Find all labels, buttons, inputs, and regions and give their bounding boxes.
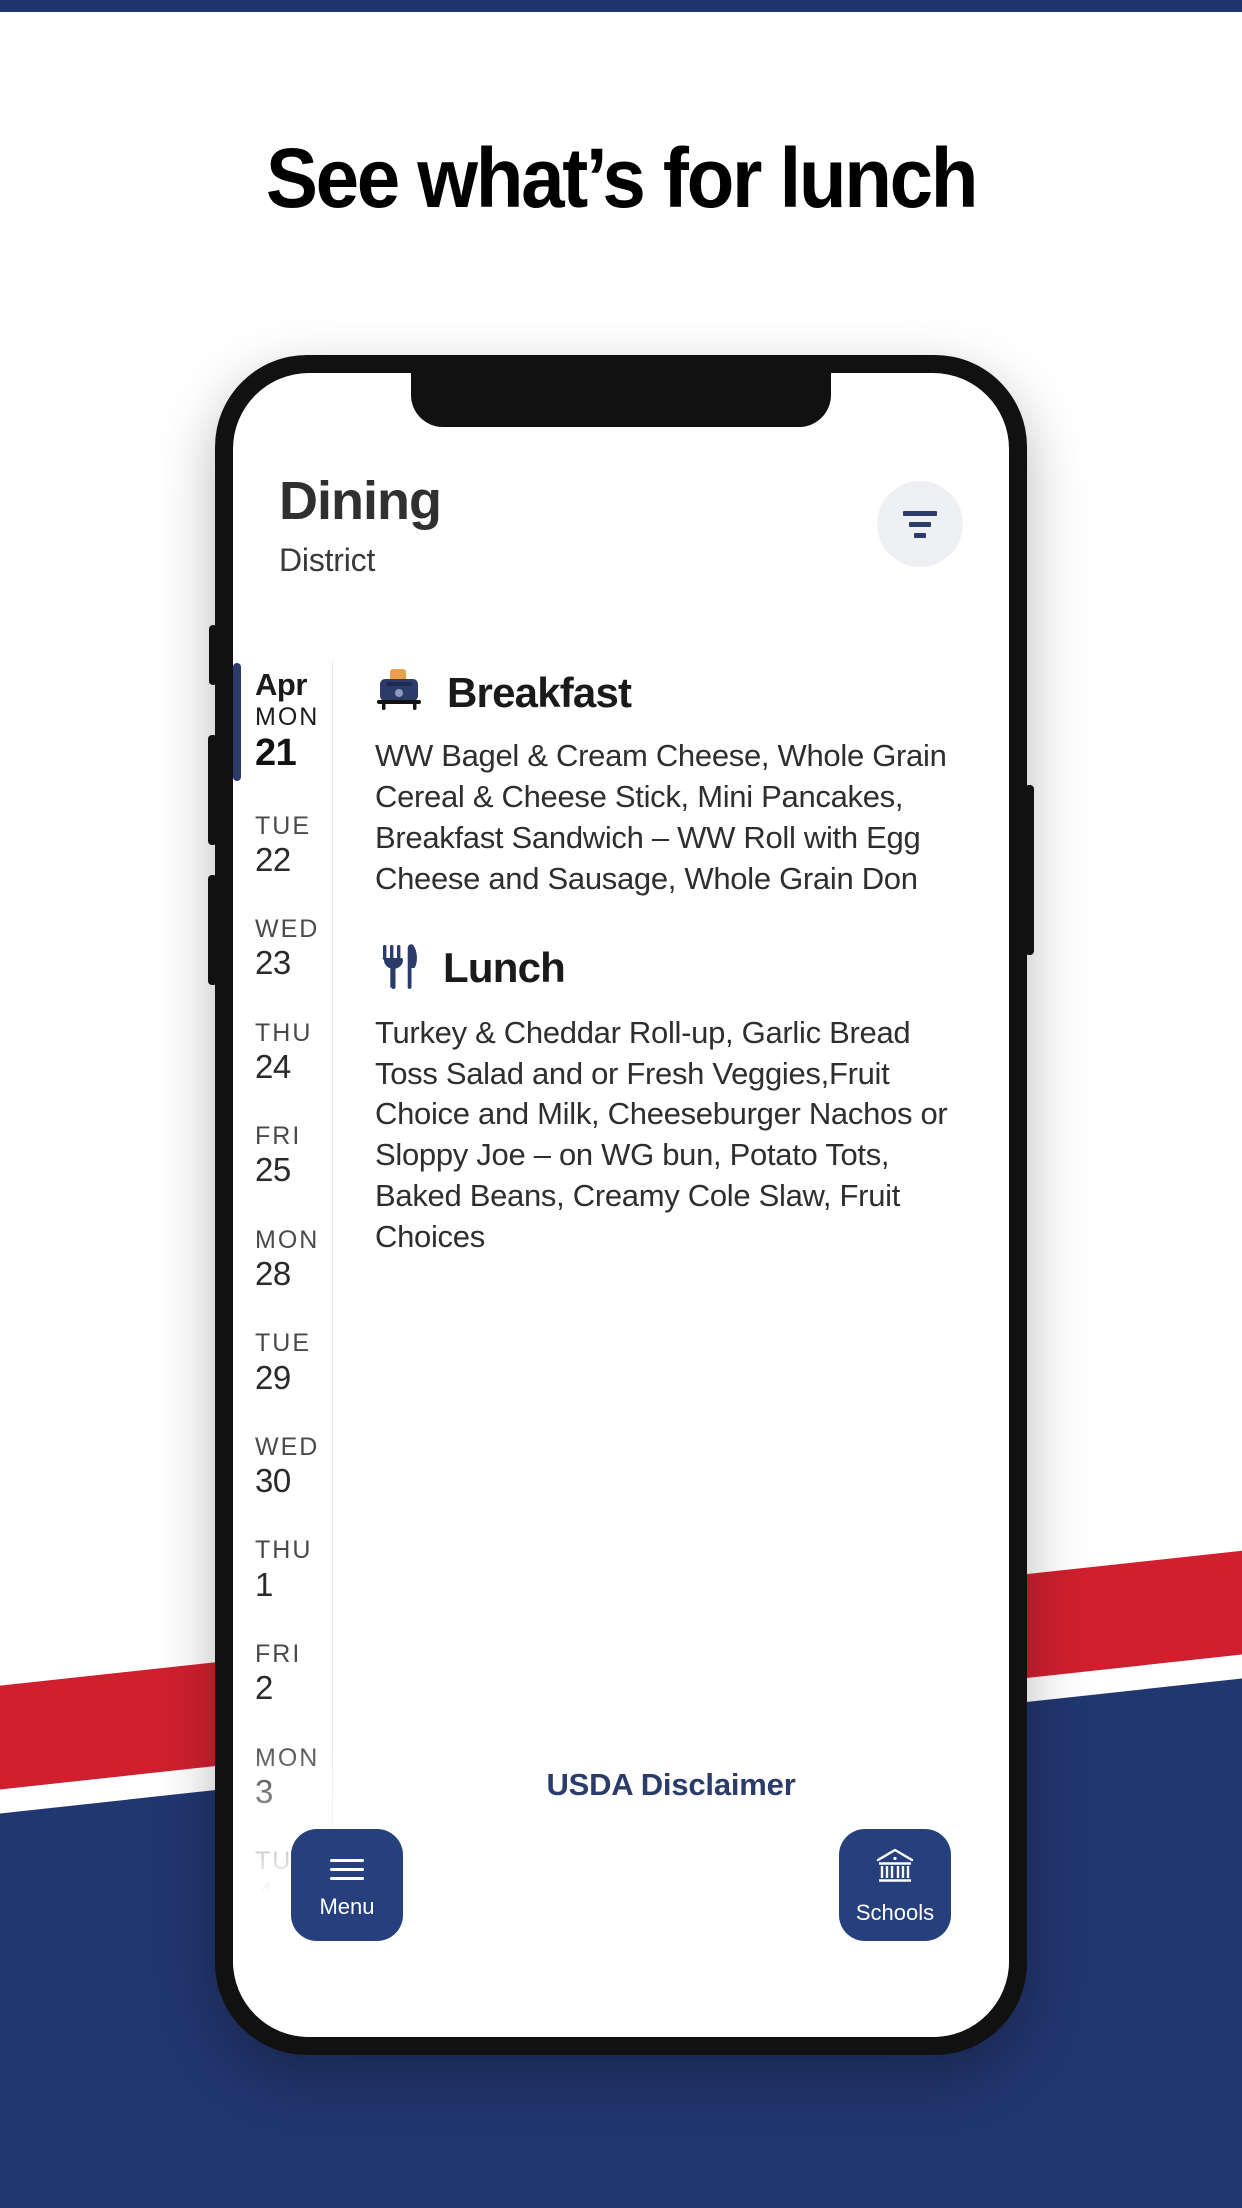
page-subtitle: District xyxy=(279,541,376,578)
menu-button-label: Menu xyxy=(319,1893,375,1919)
date-weekday: TUE xyxy=(255,811,311,840)
date-day: 24 xyxy=(255,1047,291,1085)
date-day: 25 xyxy=(255,1151,291,1189)
school-building-icon xyxy=(874,1847,916,1892)
fork-knife-icon xyxy=(375,942,421,995)
phone-volume-down-button xyxy=(208,875,217,985)
meal-title: Lunch xyxy=(443,944,566,992)
date-day: 22 xyxy=(255,840,291,878)
date-item[interactable]: WED 30 xyxy=(233,1432,332,1500)
phone-screen: Dining District Apr MON 21 TUE 22 WED 23 THU 24 F… xyxy=(233,373,1009,2037)
promo-screenshot: See what’s for lunch Dining District Apr… xyxy=(0,0,1242,2208)
date-item[interactable]: MON 28 xyxy=(233,1225,332,1293)
page-headline: See what’s for lunch xyxy=(265,131,979,225)
date-item[interactable]: THU 24 xyxy=(233,1018,332,1086)
date-item[interactable]: TUE 22 xyxy=(233,811,332,879)
date-weekday: MON xyxy=(255,702,320,731)
date-item[interactable]: Apr MON 21 xyxy=(233,663,332,781)
phone-mockup: Dining District Apr MON 21 TUE 22 WED 23 THU 24 F… xyxy=(208,355,1034,2055)
date-item[interactable]: WED 23 xyxy=(233,914,332,982)
meal-block: Lunch Turkey & Cheddar Roll-up, Garlic Br… xyxy=(375,942,979,1258)
phone-silent-switch xyxy=(209,625,217,685)
date-item[interactable]: FRI 25 xyxy=(233,1121,332,1189)
date-weekday: MON xyxy=(255,1743,320,1772)
date-day: 28 xyxy=(255,1255,291,1293)
meal-header: Lunch xyxy=(375,942,979,995)
filter-icon-bar-2 xyxy=(909,521,931,527)
meal-title: Breakfast xyxy=(447,668,632,716)
date-weekday: THU xyxy=(255,1018,313,1047)
top-navy-bar xyxy=(0,0,1242,12)
hamburger-icon xyxy=(330,1853,364,1886)
phone-notch xyxy=(411,373,831,427)
toaster-icon xyxy=(375,667,425,718)
date-weekday: TUE xyxy=(255,1329,311,1358)
filter-icon xyxy=(903,510,937,516)
date-month: Apr xyxy=(255,667,307,702)
meal-header: Breakfast xyxy=(375,667,979,718)
date-weekday: WED xyxy=(255,915,320,944)
date-day: 1 xyxy=(255,1565,273,1603)
meal-block: Breakfast WW Bagel & Cream Cheese, Whole … xyxy=(375,667,979,900)
date-day: 21 xyxy=(255,731,297,774)
page-title: Dining xyxy=(279,471,442,531)
date-day: 23 xyxy=(255,944,291,982)
meal-description: WW Bagel & Cream Cheese, Whole Grain Cer… xyxy=(375,738,947,896)
date-item[interactable]: THU 1 xyxy=(233,1535,332,1603)
schools-button-label: Schools xyxy=(855,1899,935,1925)
date-item[interactable]: FRI 2 xyxy=(233,1639,332,1707)
date-weekday: MON xyxy=(255,1225,320,1254)
phone-volume-up-button xyxy=(208,735,217,845)
date-weekday: WED xyxy=(255,1432,320,1461)
date-day: 29 xyxy=(255,1358,291,1396)
meal-description: Turkey & Cheddar Roll-up, Garlic Bread T… xyxy=(375,1014,948,1255)
date-weekday: FRI xyxy=(255,1639,302,1668)
date-weekday: FRI xyxy=(255,1122,302,1151)
phone-power-button xyxy=(1025,785,1034,955)
date-day: 3 xyxy=(255,1772,273,1810)
date-item[interactable]: TUE 29 xyxy=(233,1328,332,1396)
menu-button[interactable]: Menu xyxy=(291,1829,403,1941)
date-weekday: THU xyxy=(255,1536,313,1565)
schools-button[interactable]: Schools xyxy=(839,1829,951,1941)
usda-disclaimer-link[interactable]: USDA Disclaimer xyxy=(333,1767,1009,1803)
filter-button[interactable] xyxy=(877,481,963,567)
filter-icon-bar-3 xyxy=(914,532,926,538)
date-day: 2 xyxy=(255,1669,273,1707)
date-day: 30 xyxy=(255,1462,291,1500)
date-item[interactable]: MON 3 xyxy=(233,1743,332,1811)
